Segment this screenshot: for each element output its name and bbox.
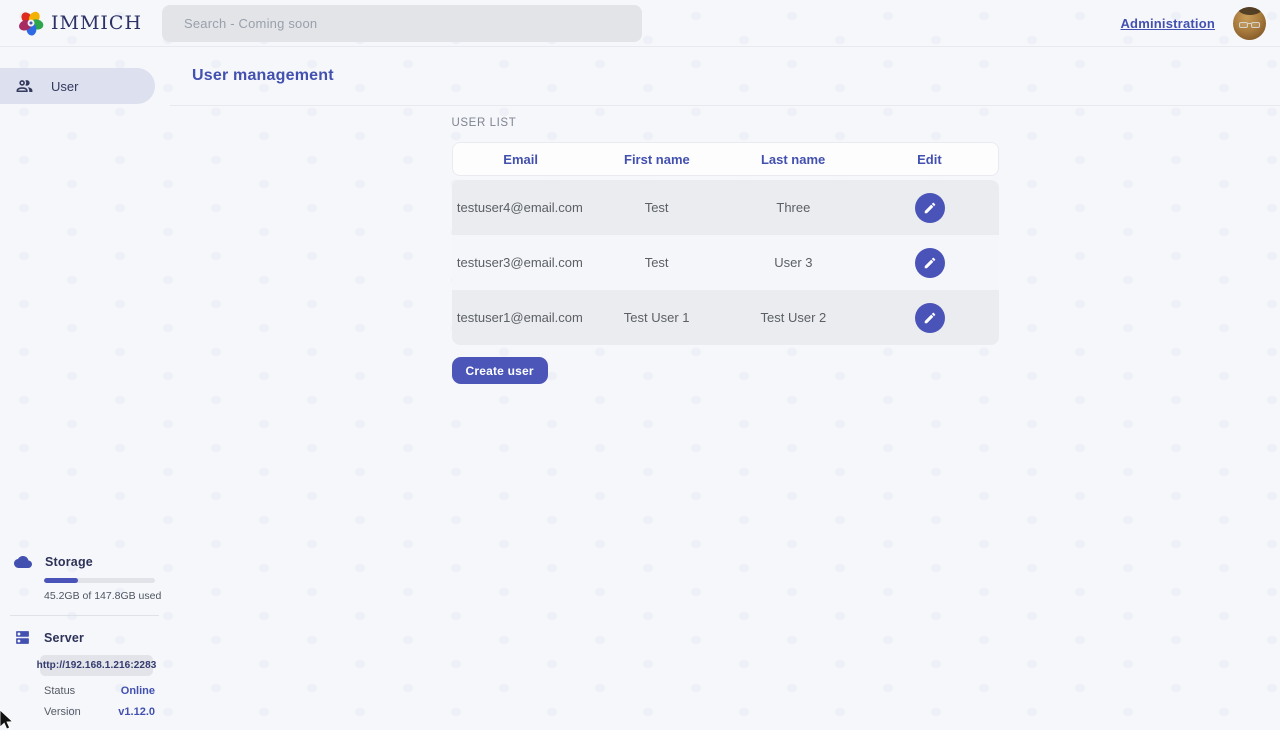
pencil-icon bbox=[923, 201, 937, 215]
cloud-icon bbox=[14, 553, 32, 571]
server-url-badge: http://192.168.1.216:2283 bbox=[40, 655, 153, 676]
edit-user-button[interactable] bbox=[915, 193, 945, 223]
cell-email: testuser3@email.com bbox=[452, 255, 589, 270]
table-row: testuser3@email.com Test User 3 bbox=[452, 235, 999, 290]
server-status-row: Status Online bbox=[44, 685, 155, 697]
storage-progress-bar bbox=[44, 578, 155, 583]
search-placeholder: Search - Coming soon bbox=[184, 16, 317, 31]
pencil-icon bbox=[923, 256, 937, 270]
cell-last-name: Three bbox=[725, 200, 862, 215]
user-avatar[interactable] bbox=[1233, 7, 1266, 40]
sidebar-divider bbox=[10, 615, 159, 616]
edit-user-button[interactable] bbox=[915, 303, 945, 333]
column-header-first-name: First name bbox=[589, 152, 725, 167]
table-row: testuser4@email.com Test Three bbox=[452, 180, 999, 235]
storage-section-header: Storage bbox=[14, 553, 170, 571]
column-header-email: Email bbox=[453, 152, 589, 167]
users-icon bbox=[15, 77, 34, 96]
column-header-edit: Edit bbox=[861, 152, 997, 167]
mouse-cursor bbox=[0, 710, 16, 730]
page-header: User management bbox=[170, 47, 1280, 106]
brand[interactable]: IMMICH bbox=[0, 10, 162, 36]
status-value: Online bbox=[121, 685, 155, 697]
sidebar-item-user[interactable]: User bbox=[0, 68, 155, 104]
pencil-icon bbox=[923, 311, 937, 325]
server-icon bbox=[14, 629, 31, 646]
server-url: http://192.168.1.216:2283 bbox=[37, 660, 157, 671]
user-table: testuser4@email.com Test Three testuser3… bbox=[452, 180, 999, 345]
table-row: testuser1@email.com Test User 1 Test Use… bbox=[452, 290, 999, 345]
create-user-button[interactable]: Create user bbox=[452, 357, 548, 384]
sidebar-item-label: User bbox=[51, 79, 78, 94]
search-bar[interactable]: Search - Coming soon bbox=[162, 5, 642, 42]
brand-name: IMMICH bbox=[51, 12, 142, 34]
page-title: User management bbox=[192, 67, 334, 85]
cell-first-name: Test bbox=[588, 200, 725, 215]
cell-email: testuser1@email.com bbox=[452, 310, 589, 325]
avatar-photo-detail bbox=[1237, 7, 1263, 15]
status-label: Status bbox=[44, 685, 75, 697]
top-bar: IMMICH Search - Coming soon Administrati… bbox=[0, 0, 1280, 47]
cell-first-name: Test bbox=[588, 255, 725, 270]
sidebar: User Storage 45.2GB of 147.8GB used Serv… bbox=[0, 47, 170, 730]
administration-link[interactable]: Administration bbox=[1120, 16, 1215, 31]
immich-logo-icon bbox=[18, 10, 44, 36]
storage-title: Storage bbox=[45, 555, 93, 569]
main-panel: User management USER LIST Email First na… bbox=[170, 47, 1280, 730]
version-label: Version bbox=[44, 706, 81, 718]
avatar-photo-detail bbox=[1251, 22, 1260, 28]
user-list-section: USER LIST Email First name Last name Edi… bbox=[452, 117, 999, 384]
column-header-last-name: Last name bbox=[725, 152, 861, 167]
storage-progress-fill bbox=[44, 578, 78, 583]
cell-last-name: Test User 2 bbox=[725, 310, 862, 325]
storage-usage-text: 45.2GB of 147.8GB used bbox=[44, 590, 170, 602]
server-section-header: Server bbox=[14, 629, 170, 646]
version-value: v1.12.0 bbox=[118, 706, 155, 718]
server-version-row: Version v1.12.0 bbox=[44, 706, 155, 718]
sidebar-footer: Storage 45.2GB of 147.8GB used Server ht… bbox=[0, 553, 170, 718]
top-right-actions: Administration bbox=[1120, 0, 1266, 47]
edit-user-button[interactable] bbox=[915, 248, 945, 278]
cell-last-name: User 3 bbox=[725, 255, 862, 270]
server-title: Server bbox=[44, 631, 84, 645]
cell-email: testuser4@email.com bbox=[452, 200, 589, 215]
table-header: Email First name Last name Edit bbox=[452, 142, 999, 176]
section-title: USER LIST bbox=[452, 117, 999, 129]
cell-first-name: Test User 1 bbox=[588, 310, 725, 325]
avatar-photo-detail bbox=[1247, 23, 1252, 24]
